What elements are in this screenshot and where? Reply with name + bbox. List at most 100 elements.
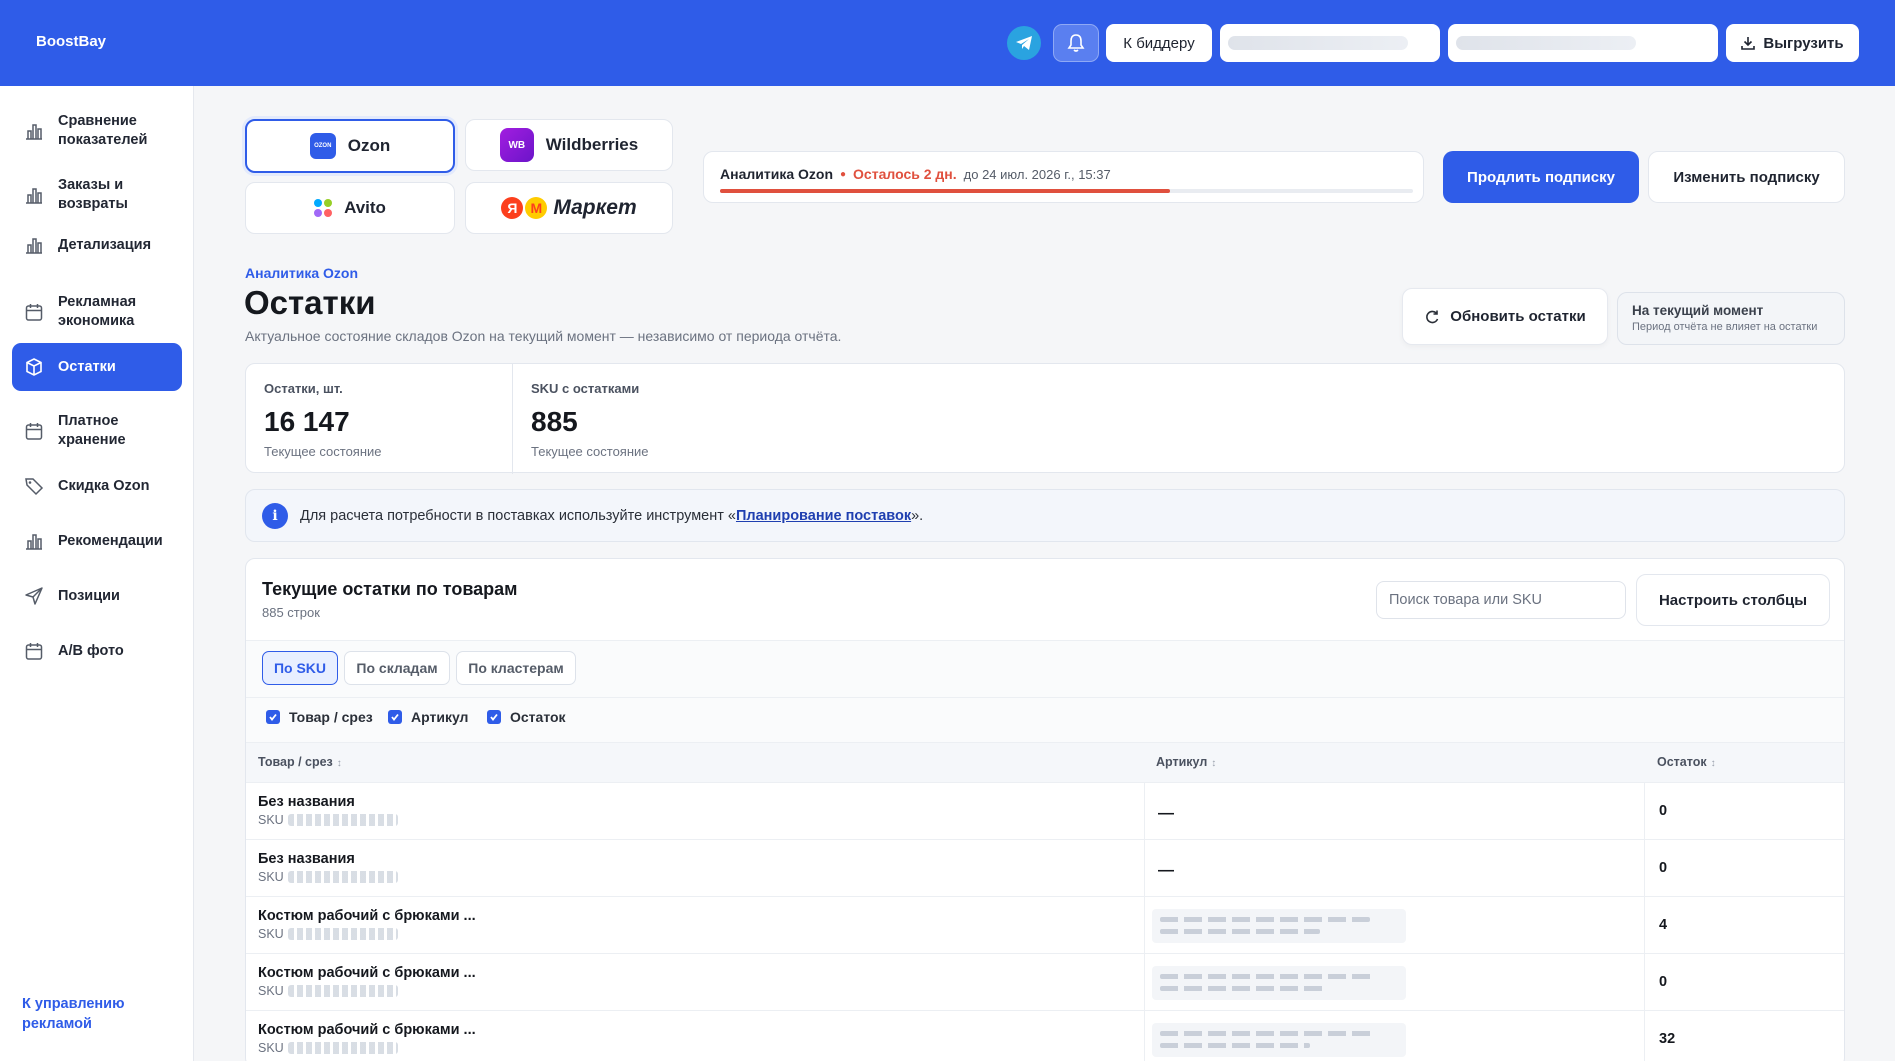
- marketplace-ozon-button[interactable]: OZON Ozon: [245, 119, 455, 173]
- breadcrumb[interactable]: Аналитика Ozon: [245, 265, 358, 281]
- sku-label: SKU: [258, 1041, 284, 1055]
- sku-label: SKU: [258, 813, 284, 827]
- sidebar-item-paid-storage[interactable]: Платное хранение: [12, 406, 182, 456]
- tab-by-warehouse[interactable]: По складам: [344, 651, 450, 685]
- checkbox-checked-icon: [487, 710, 501, 724]
- info-text-before: Для расчета потребности в поставках испо…: [300, 507, 736, 524]
- marketplace-label: Ozon: [347, 136, 391, 155]
- change-subscription-button[interactable]: Изменить подписку: [1648, 151, 1845, 203]
- sidebar-item-label: Платное хранение: [58, 413, 126, 448]
- notifications-bell-icon[interactable]: [1053, 24, 1099, 62]
- sort-icon: ↕: [1710, 758, 1716, 769]
- supply-planning-link[interactable]: Планирование поставок: [736, 508, 911, 524]
- sidebar-item-label: Рекомендации: [58, 532, 163, 549]
- search-input[interactable]: [1376, 581, 1626, 619]
- table-row[interactable]: Без названия SKU — 0: [246, 782, 1844, 839]
- column-header-stock[interactable]: Остаток ↕: [1657, 755, 1716, 769]
- configure-columns-button[interactable]: Настроить столбцы: [1636, 574, 1830, 626]
- top-bar: BoostBay К биддеру Выгрузить: [0, 0, 1895, 86]
- table-row[interactable]: Костюм рабочий с брюками ... SKU 0: [246, 953, 1844, 1010]
- telegram-icon[interactable]: [1007, 26, 1041, 60]
- product-sku: SKU: [258, 1041, 398, 1055]
- now-note: Период отчёта не влияет на остатки: [1632, 321, 1818, 333]
- sidebar-item-label: A/B фото: [58, 642, 124, 659]
- bar-chart-icon: [26, 534, 42, 550]
- store-select[interactable]: [1448, 24, 1718, 62]
- table-title: Текущие остатки по товарам: [262, 579, 518, 599]
- current-moment-badge: На текущий момент Период отчёта не влияе…: [1617, 292, 1845, 345]
- product-sku: SKU: [258, 870, 398, 884]
- marketplace-label: Маркет: [553, 196, 637, 219]
- marketplace-label: Wildberries: [545, 135, 639, 154]
- kpi-value: 885: [531, 406, 578, 437]
- sidebar-item-recommendations[interactable]: Рекомендации: [12, 524, 182, 558]
- sort-icon: ↕: [336, 758, 342, 769]
- table-header: [246, 742, 1844, 782]
- extend-subscription-button[interactable]: Продлить подписку: [1443, 151, 1639, 203]
- info-text: Для расчета потребности в поставках испо…: [300, 508, 923, 524]
- marketplace-avito-button[interactable]: Avito: [245, 182, 455, 234]
- checkbox-checked-icon: [266, 710, 280, 724]
- kpi-note: Текущее состояние: [531, 444, 649, 459]
- to-bidder-button[interactable]: К биддеру: [1106, 24, 1212, 62]
- product-stock: 4: [1659, 917, 1668, 933]
- tab-by-sku[interactable]: По SKU: [262, 651, 338, 685]
- table-row[interactable]: Без названия SKU — 0: [246, 839, 1844, 896]
- ym-letter-ya: Я: [501, 197, 524, 219]
- bar-chart-icon: [26, 124, 42, 140]
- info-icon: i: [262, 502, 288, 529]
- ozon-logo-icon: OZON: [309, 133, 336, 159]
- avito-logo-icon: [314, 199, 333, 217]
- sidebar-item-ozon-discount[interactable]: Скидка Ozon: [12, 469, 182, 503]
- redacted-article: [1152, 1023, 1406, 1057]
- kpi-label: SKU с остатками: [531, 381, 640, 396]
- sidebar-item-comparison[interactable]: Сравнение показателей: [12, 106, 182, 156]
- product-stock: 32: [1659, 1031, 1676, 1047]
- info-banner: i Для расчета потребности в поставках ис…: [245, 489, 1845, 542]
- sidebar-item-label: Сравнение показателей: [58, 113, 148, 148]
- kpi-panel: Остатки, шт. 16 147 Текущее состояние SK…: [245, 363, 1845, 474]
- refresh-stocks-button[interactable]: Обновить остатки: [1402, 288, 1608, 345]
- sidebar-item-orders[interactable]: Заказы и возвраты: [12, 170, 182, 220]
- column-header-label: Остаток: [1657, 755, 1707, 769]
- sidebar-item-ad-economy[interactable]: Рекламная экономика: [12, 287, 182, 337]
- brand-logo[interactable]: BoostBay: [36, 33, 106, 50]
- redacted-sku: [287, 928, 398, 940]
- sidebar-item-details[interactable]: Детализация: [12, 228, 182, 262]
- column-header-label: Артикул: [1156, 755, 1208, 769]
- toggle-article-column[interactable]: Артикул: [388, 709, 468, 725]
- checkbox-checked-icon: [388, 710, 402, 724]
- table-row[interactable]: Костюм рабочий с брюками ... SKU 32: [246, 1010, 1844, 1061]
- sidebar-item-positions[interactable]: Позиции: [12, 579, 182, 613]
- tab-by-cluster[interactable]: По кластерам: [456, 651, 576, 685]
- export-button[interactable]: Выгрузить: [1726, 24, 1859, 62]
- column-header-label: Товар / срез: [258, 755, 333, 769]
- calendar-icon: [25, 423, 43, 440]
- sidebar-item-stocks[interactable]: Остатки: [12, 343, 182, 391]
- back-to-ads-link[interactable]: К управлению рекламой: [22, 994, 172, 1034]
- sku-label: SKU: [258, 927, 284, 941]
- sku-label: SKU: [258, 870, 284, 884]
- kpi-stock-units: Остатки, шт. 16 147 Текущее состояние: [246, 364, 513, 474]
- table-row-count: 885 строк: [262, 605, 320, 620]
- table-row[interactable]: Костюм рабочий с брюками ... SKU 4: [246, 896, 1844, 953]
- sidebar-item-label: Рекламная экономика: [58, 294, 137, 329]
- column-header-product[interactable]: Товар / срез ↕: [258, 755, 342, 769]
- divider: [246, 697, 1844, 698]
- sidebar-item-ab-photo[interactable]: A/B фото: [12, 634, 182, 668]
- product-sku: SKU: [258, 813, 398, 827]
- stock-table-panel: Текущие остатки по товарам 885 строк Нас…: [245, 558, 1845, 1061]
- account-select[interactable]: [1220, 24, 1440, 62]
- marketplace-yandex-market-button[interactable]: Я М Маркет: [465, 182, 673, 234]
- subscription-remaining: Осталось 2 дн.: [853, 166, 957, 182]
- toggle-stock-column[interactable]: Остаток: [487, 709, 566, 725]
- column-header-article[interactable]: Артикул ↕: [1156, 755, 1216, 769]
- product-name: Без названия: [258, 794, 355, 810]
- product-name: Костюм рабочий с брюками ...: [258, 965, 476, 981]
- toggle-product-column[interactable]: Товар / срез: [266, 709, 373, 725]
- divider: [246, 742, 1844, 743]
- product-sku: SKU: [258, 927, 398, 941]
- product-article: —: [1158, 805, 1174, 822]
- toggle-label: Остаток: [510, 709, 566, 725]
- marketplace-wildberries-button[interactable]: WB Wildberries: [465, 119, 673, 171]
